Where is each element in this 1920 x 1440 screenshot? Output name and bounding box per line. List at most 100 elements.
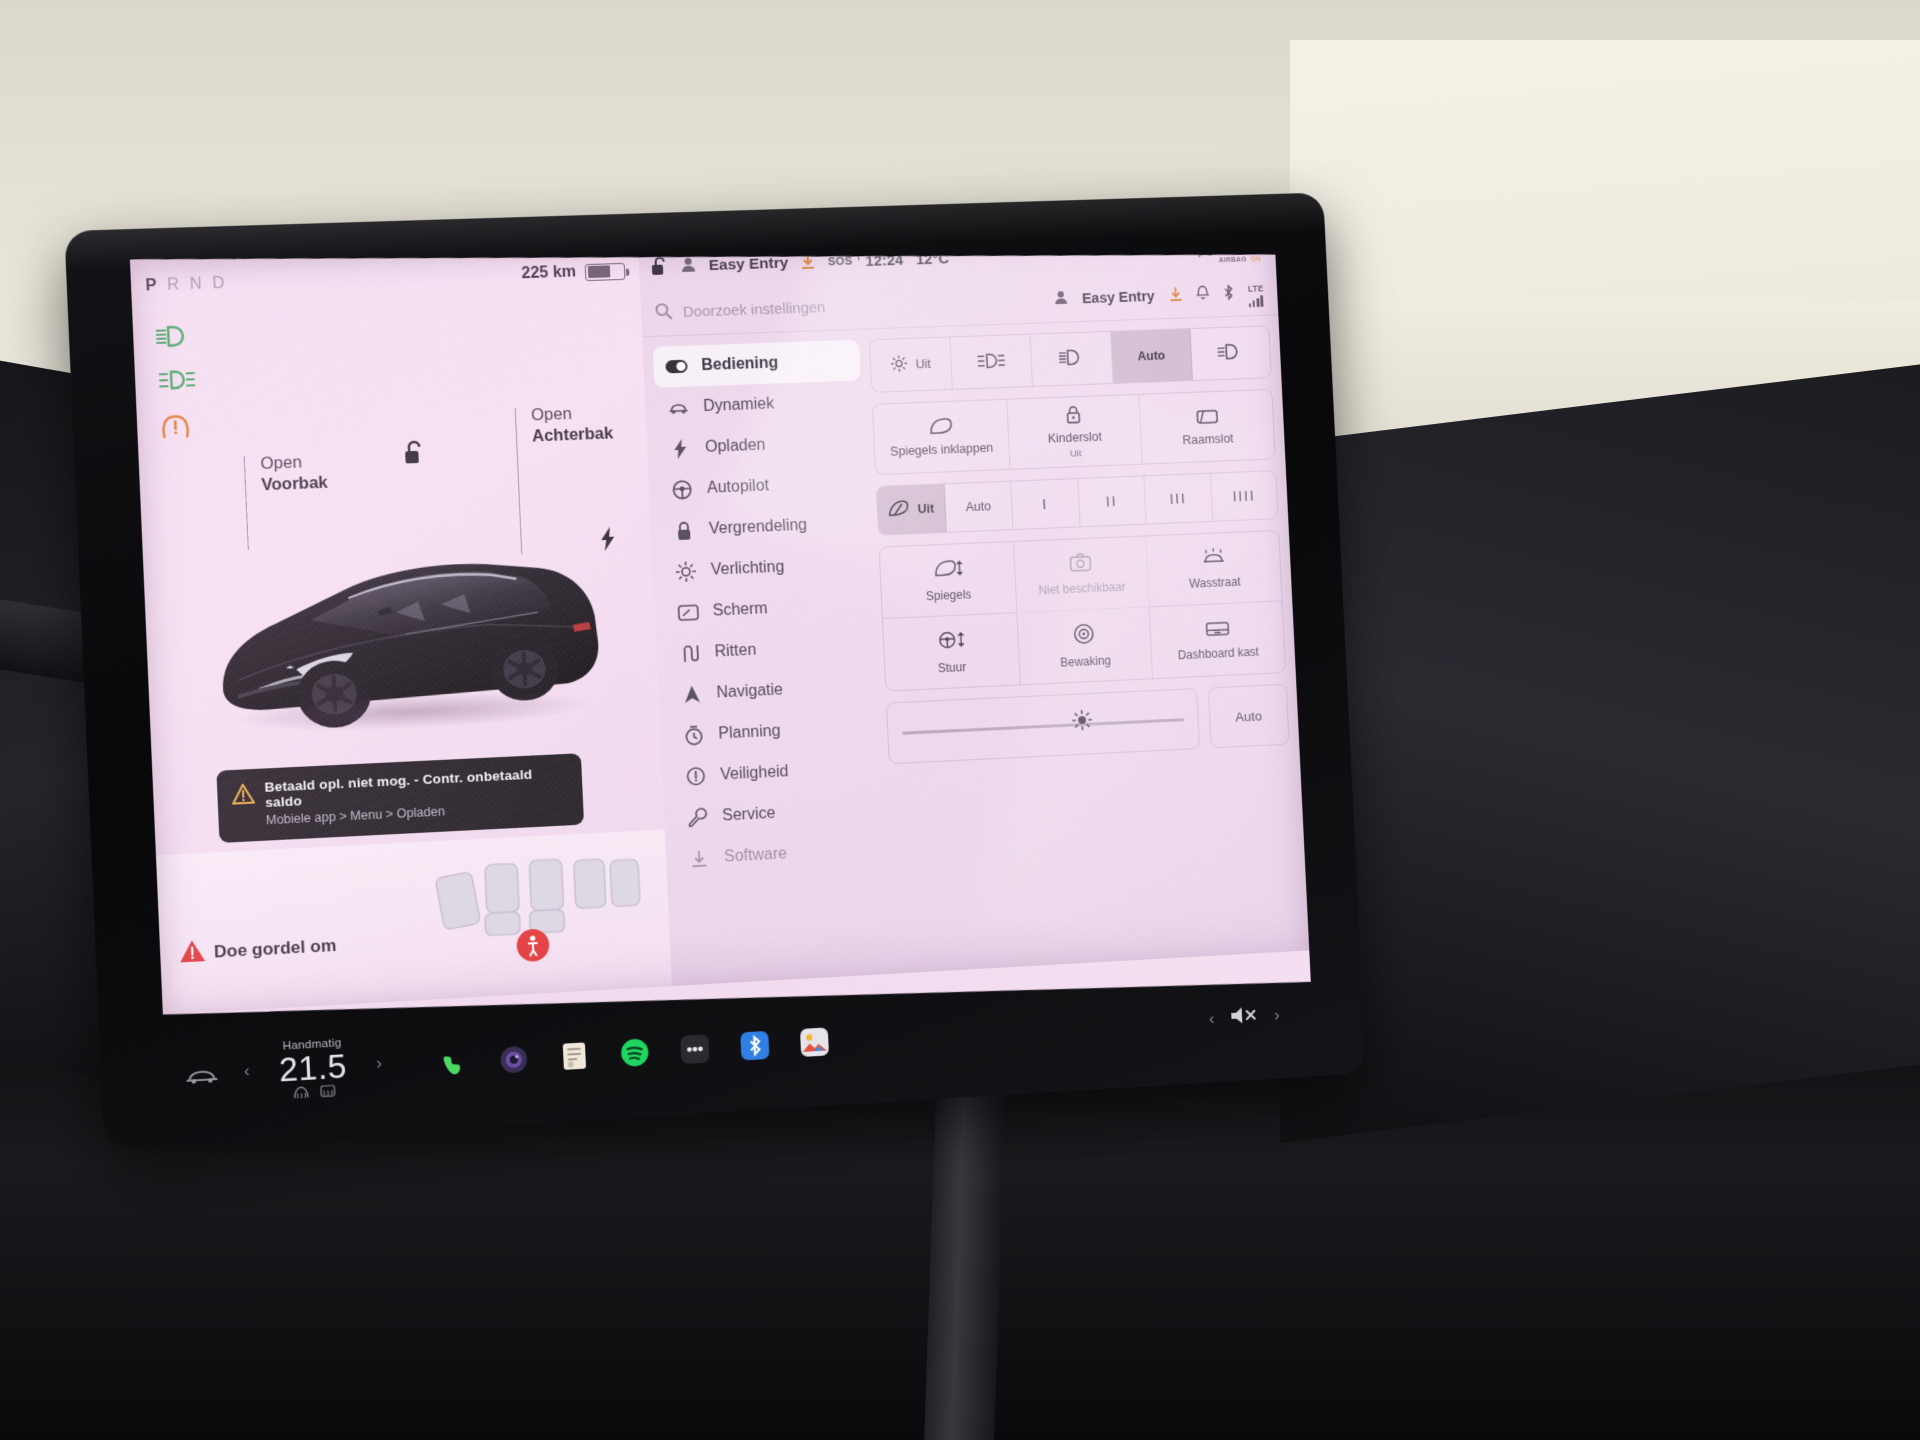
settings-nav-list[interactable]: Bediening Dynamiek Opladen Autopilot Ver… [652,339,884,880]
settings-pane[interactable]: Easy Entry SOS 12:24 12°C AIRBAG ON Door… [637,254,1310,987]
front-defrost-icon[interactable] [292,1086,310,1105]
child-lock-state: Uit [1069,448,1082,460]
airbag-line2: AIRBAG [1218,256,1247,265]
glovebox-icon [1204,618,1230,641]
center-touchscreen[interactable]: P R N D 225 km Open Voorbak Open Achterb… [64,192,1367,1150]
lock-icon [673,520,696,541]
brightness-track[interactable] [902,718,1185,735]
brightness-icon[interactable] [1071,708,1094,736]
bluetooth-icon[interactable] [1223,284,1235,304]
window-lock-label: Raamslot [1182,431,1234,447]
wiper-speed-2-tile[interactable]: II [1077,476,1147,527]
glovebox-label: Dashboard kast [1177,644,1260,663]
volume-mute-icon[interactable] [1229,1003,1259,1031]
window-lock-tile[interactable]: Raamslot [1140,390,1275,464]
wiper-speed-4-tile[interactable]: IIII [1210,471,1277,521]
spotify-icon[interactable] [616,1034,654,1072]
climate-control[interactable]: ‹ Handmatig 21.5 › [244,1037,382,1107]
sun-icon [891,355,909,375]
fog-light-indicator-icon [157,369,197,391]
fold-mirrors-tile[interactable]: Spiegels inklappen [872,399,1011,475]
fog-light-icon [974,352,1008,372]
fog-lights-tile[interactable] [950,334,1034,389]
warning-triangle-icon [231,783,255,810]
steering-wheel-icon [671,479,694,500]
glovebox-tile[interactable]: Dashboard kast [1150,601,1285,678]
rear-defrost-icon[interactable] [318,1085,336,1104]
steering-adjust-tile[interactable]: Stuur [882,613,1021,691]
dock-app-row[interactable] [434,1023,833,1082]
callout-rear-line2: Achterbak [531,424,614,446]
media-next-button[interactable]: › [1274,1005,1280,1025]
callout-front-line2: Voorbak [261,473,329,495]
search-input-placeholder[interactable]: Doorzoek instellingen [683,299,826,321]
lock-controls-card[interactable]: Spiegels inklappen Kinderslot Uit Raamsl… [871,388,1276,476]
child-lock-tile[interactable]: Kinderslot Uit [1006,394,1144,469]
gear-n: N [189,275,204,294]
climate-temperature[interactable]: 21.5 [278,1047,348,1089]
callout-front-trunk[interactable]: Open Voorbak [243,451,329,550]
seat-occupancy-diagram [431,846,659,979]
software-download-icon[interactable] [801,255,816,274]
steering-adjust-icon [937,629,966,655]
lights-off-label: Uit [915,356,932,371]
wiper-speed-1-tile[interactable]: I [1011,479,1081,530]
carwash-tile[interactable]: Wasstraat [1146,530,1282,608]
header-download-icon[interactable] [1169,286,1182,306]
brightness-auto-button[interactable]: Auto [1207,683,1290,749]
callout-rear-trunk[interactable]: Open Achterbak [514,402,614,555]
sentry-icon [1073,623,1096,649]
brightness-row[interactable]: Auto [885,683,1290,765]
sidebar-label: Service [721,804,776,825]
navigation-arrow-icon [680,684,703,704]
gallery-icon[interactable] [796,1023,833,1061]
sidebar-label: Planning [718,722,781,743]
unlock-icon[interactable] [403,440,427,472]
lights-auto-tile[interactable]: Auto [1110,329,1193,383]
screen-glass[interactable]: P R N D 225 km Open Voorbak Open Achterb… [129,254,1311,1015]
brightness-slider[interactable] [885,687,1201,765]
wiper-off-tile[interactable]: Uit [876,484,947,535]
trip-icon [678,644,701,663]
temp-increase-button[interactable]: › [376,1055,382,1074]
bluetooth-icon[interactable] [736,1027,774,1065]
header-profile-name[interactable]: Easy Entry [1082,289,1155,307]
more-apps-icon[interactable] [676,1030,714,1068]
feature-grid-card[interactable]: Spiegels Niet beschikbaar Wasstraat Stuu… [878,529,1287,692]
phone-icon[interactable] [434,1044,472,1083]
callout-rear-line1: Open [530,404,573,425]
wiper-control-card[interactable]: Uit Auto I II III IIII [875,470,1279,536]
mirrors-adjust-tile[interactable]: Spiegels [879,541,1018,620]
sidebar-label: Navigatie [716,680,784,702]
sidebar-label: Opladen [704,436,766,456]
lights-off-tile[interactable]: Uit [869,337,954,392]
sos-button[interactable]: SOS [828,256,853,269]
car-icon[interactable] [184,1065,220,1091]
child-lock-label: Kinderslot [1047,429,1103,446]
steering-label: Stuur [937,659,967,675]
wiper-speed-3-tile[interactable]: III [1144,473,1213,524]
charging-alert-toast[interactable]: Betaald opl. niet mog. - Contr. onbetaal… [216,753,585,843]
wiper-speed-2-label: II [1105,492,1118,510]
low-beam-icon [1057,348,1087,369]
sun-icon [674,560,697,582]
vehicle-3d-render [191,502,629,763]
wiper-auto-tile[interactable]: Auto [944,481,1014,532]
volume-control[interactable]: ‹ › [1208,1000,1313,1033]
dashboard-right [1280,357,1920,1143]
temp-decrease-button[interactable]: ‹ [244,1063,250,1082]
bell-icon[interactable] [1196,285,1209,304]
profile-name[interactable]: Easy Entry [708,255,788,275]
low-beam-tile[interactable] [1030,331,1114,386]
controls-tiles[interactable]: Uit Auto Spiegels inklappen Kinderslot U… [868,325,1290,765]
unlock-icon-status[interactable] [650,256,668,280]
camera-icon[interactable] [495,1040,533,1078]
media-icon[interactable] [556,1037,594,1075]
sentry-mode-tile[interactable]: Bewaking [1017,607,1154,685]
toggle-icon [665,359,688,374]
lights-control-card[interactable]: Uit Auto [868,325,1272,393]
high-beam-tile[interactable] [1190,326,1271,380]
media-prev-button[interactable]: ‹ [1208,1009,1214,1029]
airbag-state: ON [1250,256,1261,264]
outside-temperature: 12°C [915,254,950,268]
